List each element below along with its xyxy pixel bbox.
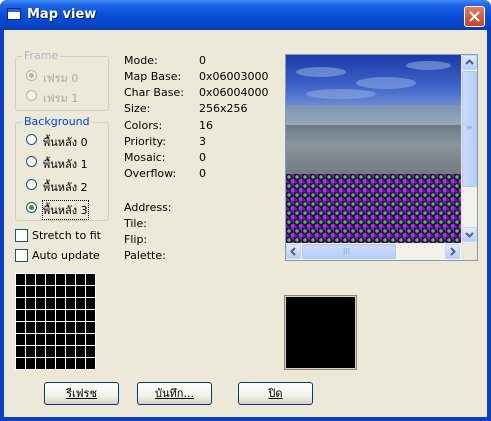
background-group: Background พื้นหลัง 0 พื้นหลัง 1 พื้นหลั… [15,115,109,221]
radio-circle [26,179,37,190]
horizontal-scroll-thumb[interactable]: III [302,244,396,259]
mosaic-value: 0 [199,151,206,164]
radio-circle [26,90,37,101]
radio-circle [26,202,37,213]
stretch-to-fit-label: Stretch to fit [32,229,101,242]
frame-group-label: Frame [22,49,61,62]
close-window-button[interactable] [464,6,485,27]
char-base-label: Char Base: [124,86,184,99]
mode-value: 0 [199,54,206,67]
scroll-left-button[interactable] [286,244,301,259]
checkbox-box [15,229,28,242]
frame-0-label: เฟรม 0 [43,72,79,85]
checkbox-box [15,249,28,262]
background-group-label: Background [22,115,92,128]
frame-group: Frame เฟรม 0 เฟรม 1 [15,49,109,111]
map-tile-pattern [286,174,461,243]
radio-circle [26,70,37,81]
background-1-label: พื้นหลัง 1 [43,158,88,171]
scroll-thumb-grip: III [343,247,351,256]
dialog-client: Frame เฟรม 0 เฟรม 1 Background พื้นหลัง … [4,30,487,417]
background-3-label: พื้นหลัง 3 [42,200,89,220]
overflow-value: 0 [199,167,206,180]
scroll-down-button[interactable] [462,227,477,242]
map-base-label: Map Base: [124,70,182,83]
priority-value: 3 [199,135,206,148]
colors-value: 16 [199,119,213,132]
map-sky [286,55,461,105]
mosaic-label: Mosaic: [124,151,166,164]
horizontal-scrollbar[interactable]: III [286,243,461,260]
address-label: Address: [124,201,172,214]
window-icon [7,8,21,20]
vertical-scrollbar[interactable]: ≡ [461,55,477,243]
close-icon [469,11,480,22]
save-button[interactable]: บันทึก... [137,382,212,405]
radio-circle [26,156,37,167]
chevron-down-icon [465,232,474,238]
close-button-label: ปิด [268,387,283,400]
colors-label: Colors: [124,119,163,132]
tile-preview-grid[interactable] [15,273,96,370]
title-bar[interactable]: Map view [0,0,491,30]
flip-label: Flip: [124,233,148,246]
map-view-window: Map view Frame เฟรม 0 เฟรม 1 Background [0,0,491,421]
auto-update-label: Auto update [32,249,100,262]
scroll-up-button[interactable] [462,55,477,70]
scroll-right-button[interactable] [445,244,460,259]
refresh-button[interactable]: รีเฟรช [44,382,119,405]
map-preview[interactable]: ≡ III [285,54,478,261]
background-2-label: พื้นหลัง 2 [43,181,88,194]
palette-label: Palette: [124,249,166,262]
char-base-value: 0x06004000 [199,86,269,99]
chevron-left-icon [290,247,296,256]
close-button[interactable]: ปิด [238,382,313,405]
size-label: Size: [124,102,151,115]
chevron-up-icon [465,59,474,65]
background-0-label: พื้นหลัง 0 [43,136,88,149]
map-base-value: 0x06003000 [199,70,269,83]
refresh-button-label: รีเฟรช [66,387,97,400]
vertical-scroll-thumb[interactable]: ≡ [462,71,477,187]
priority-label: Priority: [124,135,167,148]
scrollbar-corner [461,243,477,260]
palette-color-box [284,295,357,370]
mode-label: Mode: [124,54,158,67]
map-ground [286,125,461,174]
save-button-label: บันทึก... [155,387,194,400]
frame-1-label: เฟรม 1 [43,92,79,105]
map-horizon [286,105,461,125]
chevron-right-icon [450,247,456,256]
overflow-label: Overflow: [124,167,177,180]
window-title: Map view [27,7,97,22]
radio-circle [26,134,37,145]
tile-label: Tile: [124,217,147,230]
size-value: 256x256 [199,102,248,115]
